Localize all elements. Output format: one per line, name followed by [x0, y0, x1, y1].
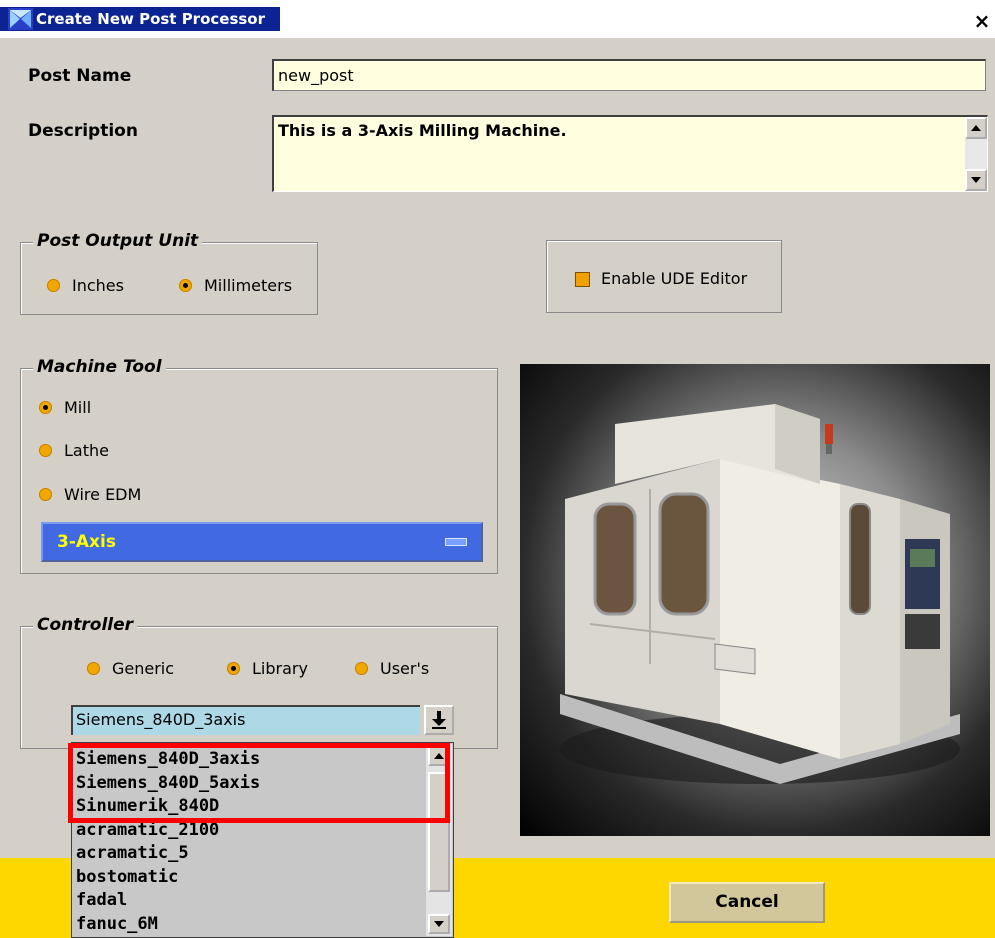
title-bar: Create New Post Processor × — [0, 0, 995, 38]
radio-dot-icon — [355, 662, 368, 675]
radio-label: User's — [380, 659, 430, 678]
radio-millimeters[interactable]: Millimeters — [179, 276, 292, 295]
scroll-up-icon[interactable] — [965, 117, 987, 139]
radio-library[interactable]: Library — [227, 659, 308, 678]
radio-inches[interactable]: Inches — [47, 276, 124, 295]
list-item[interactable]: fadal — [76, 889, 260, 913]
radio-lathe[interactable]: Lathe — [39, 441, 109, 460]
axis-option-menu[interactable]: 3-Axis — [41, 522, 483, 562]
output-unit-legend: Post Output Unit — [33, 231, 203, 251]
radio-dot-selected-icon — [227, 662, 240, 675]
output-unit-group: Post Output Unit Inches Millimeters — [20, 231, 318, 315]
controller-legend: Controller — [33, 615, 138, 635]
ude-checkbox[interactable] — [575, 272, 590, 287]
radio-label: Lathe — [64, 441, 109, 460]
scroll-down-icon[interactable] — [965, 169, 987, 191]
radio-dot-icon — [39, 444, 52, 457]
list-item[interactable]: bostomatic — [76, 866, 260, 890]
radio-mill[interactable]: Mill — [39, 398, 91, 417]
scroll-down-icon[interactable] — [428, 914, 450, 934]
description-scrollbar[interactable] — [965, 117, 987, 191]
radio-label: Library — [252, 659, 308, 678]
radio-dot-icon — [47, 279, 60, 292]
description-label: Description — [28, 121, 138, 141]
option-menu-indicator-icon — [445, 538, 467, 546]
radio-users[interactable]: User's — [355, 659, 429, 678]
description-text: This is a 3-Axis Milling Machine. — [278, 121, 567, 140]
cancel-button[interactable]: Cancel — [669, 882, 825, 923]
description-textarea[interactable]: This is a 3-Axis Milling Machine. — [272, 115, 988, 192]
radio-dot-selected-icon — [179, 279, 192, 292]
radio-dot-icon — [39, 488, 52, 501]
post-name-label: Post Name — [28, 66, 132, 86]
machine-tool-legend: Machine Tool — [33, 357, 166, 377]
controller-combo-input[interactable]: Siemens_840D_3axis — [71, 705, 420, 735]
window-title: Create New Post Processor — [0, 7, 280, 31]
radio-label: Wire EDM — [64, 485, 142, 504]
close-icon[interactable]: × — [971, 10, 993, 32]
radio-dot-icon — [87, 662, 100, 675]
list-item[interactable]: acramatic_5 — [76, 842, 260, 866]
app-icon — [8, 8, 33, 30]
radio-generic[interactable]: Generic — [87, 659, 174, 678]
radio-label: Inches — [72, 276, 124, 295]
machine-image — [520, 364, 990, 836]
post-name-input[interactable]: new_post — [272, 59, 986, 91]
download-arrow-icon[interactable] — [424, 705, 454, 735]
radio-label: Mill — [64, 398, 92, 417]
radio-label: Millimeters — [204, 276, 293, 295]
ude-editor-group: Enable UDE Editor — [546, 240, 782, 313]
radio-label: Generic — [112, 659, 175, 678]
selection-highlight-box — [68, 743, 450, 823]
list-item[interactable]: fanuc_6M — [76, 913, 260, 937]
radio-dot-selected-icon — [39, 401, 52, 414]
axis-option-value: 3-Axis — [57, 532, 116, 552]
radio-wire-edm[interactable]: Wire EDM — [39, 485, 141, 504]
ude-label: Enable UDE Editor — [601, 269, 748, 288]
